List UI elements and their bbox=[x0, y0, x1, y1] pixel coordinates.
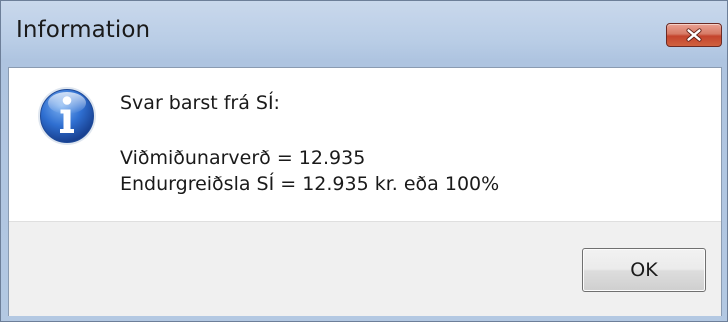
message-line-3: Endurgreiðsla SÍ = 12.935 kr. eða 100% bbox=[120, 173, 500, 195]
information-dialog: Information Svar barst frá SÍ: Viðmiðuna… bbox=[0, 0, 728, 322]
close-button[interactable] bbox=[666, 23, 722, 47]
information-icon bbox=[38, 87, 96, 145]
window-title: Information bbox=[16, 17, 151, 43]
message-line-2: Viðmiðunarverð = 12.935 bbox=[120, 147, 366, 169]
ok-button[interactable]: OK bbox=[582, 248, 706, 292]
title-bar[interactable]: Information bbox=[1, 1, 727, 67]
close-icon bbox=[686, 28, 702, 42]
message-line-1: Svar barst frá SÍ: bbox=[120, 92, 280, 114]
button-bar: OK bbox=[9, 221, 721, 316]
dialog-content: Svar barst frá SÍ: Viðmiðunarverð = 12.9… bbox=[8, 67, 722, 316]
